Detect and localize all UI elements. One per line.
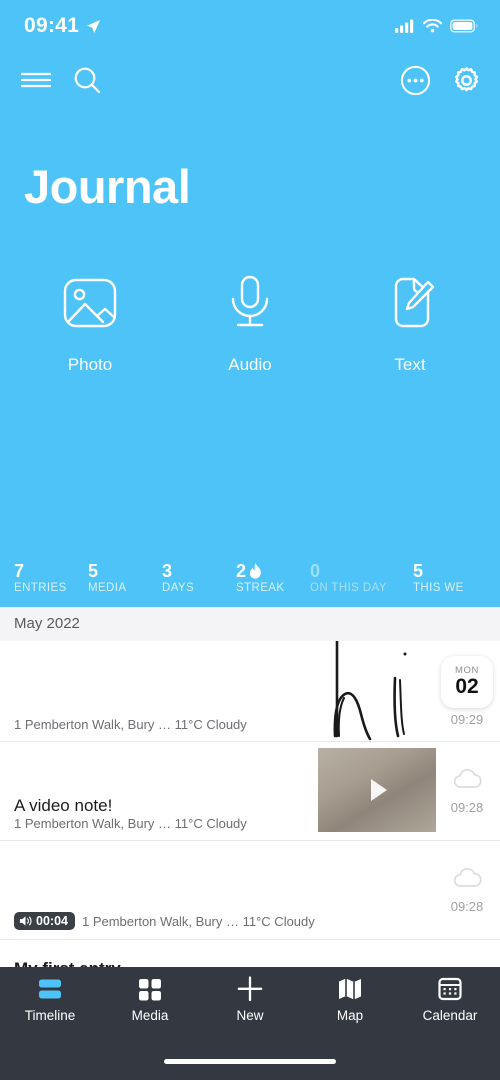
top-nav-bar <box>0 52 500 108</box>
stat-this-week[interactable]: 5 THIS WE <box>413 560 487 595</box>
top-nav-right <box>400 65 482 96</box>
tab-media[interactable]: Media <box>100 976 200 1023</box>
page-title: Journal <box>24 160 191 213</box>
entry-right-column: MON 02 09:29 <box>434 641 500 741</box>
timeline-entry-sketch[interactable]: MON 02 09:29 1 Pemberton Walk, Bury … 11… <box>0 641 500 742</box>
tab-media-label: Media <box>131 1008 169 1023</box>
speaker-icon <box>19 916 32 926</box>
entry-time: 09:29 <box>450 711 484 727</box>
grid-icon <box>139 979 161 1001</box>
entry-video-thumbnail[interactable] <box>318 748 436 832</box>
cloud-icon <box>453 768 482 788</box>
entry-right-column: 09:28 <box>434 742 500 840</box>
top-nav-left <box>20 65 102 95</box>
stat-this-week-label: THIS WE <box>413 582 464 595</box>
tab-map-label: Map <box>336 1008 364 1023</box>
stat-on-this-day-label: ON THIS DAY <box>310 582 387 595</box>
month-section-header: May 2022 <box>0 607 500 641</box>
timeline-entry-text[interactable]: My first entry <box>0 940 500 967</box>
hamburger-menu-icon[interactable] <box>20 69 52 91</box>
location-arrow-icon <box>87 19 101 33</box>
quick-action-text-label: Text <box>394 355 426 374</box>
entry-meta-text: 1 Pemberton Walk, Bury … 11°C Cloudy <box>14 816 247 831</box>
timeline-list[interactable]: May 2022 MON 02 09:29 1 Pemberton Walk, … <box>0 607 500 967</box>
gear-icon[interactable] <box>451 65 482 96</box>
stat-this-week-value: 5 <box>413 560 424 581</box>
stat-media[interactable]: 5 MEDIA <box>88 560 162 595</box>
cellular-signal-icon <box>395 19 414 33</box>
stat-streak-value: 2 <box>236 560 247 581</box>
app-screen: 09:41 Journal Photo Audio Text 7 ENTRIES… <box>0 0 500 1080</box>
timeline-entry-audio[interactable]: 09:28 00:04 1 Pemberton Walk, Bury … 11°… <box>0 841 500 940</box>
status-time: 09:41 <box>24 14 80 37</box>
plus-icon <box>237 976 263 1002</box>
quick-action-audio[interactable]: Audio <box>170 272 330 375</box>
tab-timeline[interactable]: Timeline <box>0 976 100 1023</box>
bottom-tab-bar: Timeline Media New Map Calendar <box>0 967 500 1042</box>
handwriting-sketch <box>333 641 407 741</box>
entry-sketch-thumbnail[interactable] <box>317 641 435 741</box>
status-bar-left: 09:41 <box>24 14 101 38</box>
stat-entries-value: 7 <box>14 560 25 581</box>
tab-new[interactable]: New <box>200 976 300 1023</box>
stat-days-label: DAYS <box>162 582 195 595</box>
entry-date-badge[interactable]: MON 02 <box>441 655 493 708</box>
entry-meta-text: 1 Pemberton Walk, Bury … 11°C Cloudy <box>81 913 315 929</box>
search-icon[interactable] <box>72 65 102 95</box>
entry-meta: 00:04 1 Pemberton Walk, Bury … 11°C Clou… <box>0 912 500 939</box>
document-pencil-icon <box>379 272 441 339</box>
stat-streak-value-wrap: 2 <box>236 560 310 581</box>
entry-right-column: 09:28 <box>434 841 500 939</box>
stat-days[interactable]: 3 DAYS <box>162 560 236 595</box>
entry-date-day: 02 <box>455 674 479 698</box>
stat-on-this-day-value: 0 <box>310 560 321 581</box>
page-title-wrap: Journal <box>0 108 500 210</box>
entry-meta-text: 1 Pemberton Walk, Bury … 11°C Cloudy <box>14 717 247 732</box>
status-bar-right <box>395 19 478 33</box>
ellipsis-circle-icon[interactable] <box>400 65 431 96</box>
stat-entries-label: ENTRIES <box>14 582 67 595</box>
cloud-icon <box>453 867 482 887</box>
photo-icon <box>59 272 121 339</box>
tab-calendar[interactable]: Calendar <box>400 976 500 1023</box>
status-bar: 09:41 <box>0 0 500 52</box>
quick-action-photo[interactable]: Photo <box>10 272 170 375</box>
calendar-icon <box>438 977 462 1001</box>
quick-action-text[interactable]: Text <box>330 272 490 375</box>
tab-timeline-label: Timeline <box>24 1008 76 1023</box>
quick-action-audio-label: Audio <box>228 355 272 374</box>
audio-duration-badge[interactable]: 00:04 <box>14 912 75 930</box>
home-indicator[interactable] <box>164 1058 336 1064</box>
stats-strip[interactable]: 7 ENTRIES 5 MEDIA 3 DAYS 2 STREAK 0 ON T… <box>0 549 500 607</box>
stat-media-value: 5 <box>88 560 99 581</box>
audio-duration-text: 00:04 <box>36 914 68 928</box>
map-icon <box>339 978 361 1000</box>
quick-action-photo-label: Photo <box>67 355 113 374</box>
home-indicator-area <box>0 1042 500 1080</box>
timeline-icon <box>39 979 61 999</box>
battery-icon <box>450 19 478 33</box>
stat-days-value: 3 <box>162 560 173 581</box>
play-icon[interactable] <box>360 773 394 807</box>
stat-on-this-day[interactable]: 0 ON THIS DAY <box>310 560 413 595</box>
entry-time: 09:28 <box>450 799 484 815</box>
tab-map[interactable]: Map <box>300 976 400 1023</box>
stat-media-label: MEDIA <box>88 582 127 595</box>
tab-calendar-label: Calendar <box>422 1008 478 1023</box>
stat-streak-label: STREAK <box>236 582 285 595</box>
hero-header: 09:41 Journal Photo Audio Text 7 ENTRIES… <box>0 0 500 607</box>
stat-streak[interactable]: 2 STREAK <box>236 560 310 595</box>
entry-time: 09:28 <box>450 898 484 914</box>
stat-entries[interactable]: 7 ENTRIES <box>14 560 88 595</box>
wifi-icon <box>423 19 442 33</box>
quick-actions: Photo Audio Text <box>0 272 500 375</box>
flame-icon <box>249 562 261 579</box>
entry-title: My first entry <box>0 947 500 967</box>
microphone-icon <box>219 272 281 339</box>
tab-new-label: New <box>236 1008 264 1023</box>
timeline-entry-video[interactable]: A video note! 09:28 1 Pemberton Walk, Bu… <box>0 742 500 841</box>
